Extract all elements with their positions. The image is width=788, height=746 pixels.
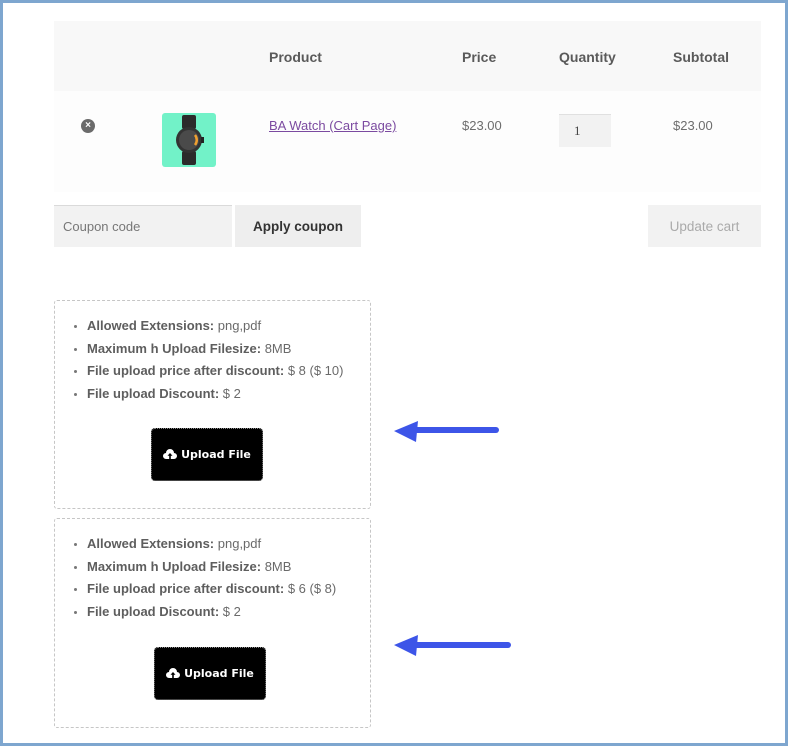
apply-coupon-button[interactable]: Apply coupon bbox=[235, 205, 361, 247]
upload-box-2: Allowed Extensions: png,pdf Maximum h Up… bbox=[54, 518, 371, 728]
upload-info-list: Allowed Extensions: png,pdf Maximum h Up… bbox=[55, 315, 370, 405]
cart-table-header: Product Price Quantity Subtotal bbox=[54, 21, 761, 91]
cloud-upload-icon bbox=[163, 449, 178, 459]
upload-info-item: File upload Discount: $ 2 bbox=[87, 601, 370, 624]
quantity-input[interactable] bbox=[559, 114, 611, 147]
upload-info-item: Allowed Extensions: png,pdf bbox=[87, 315, 370, 338]
cloud-upload-icon bbox=[166, 668, 181, 678]
update-cart-button[interactable]: Update cart bbox=[648, 205, 761, 247]
annotation-arrow-left-icon bbox=[394, 635, 511, 656]
upload-file-label: Upload File bbox=[184, 667, 254, 680]
column-price: Price bbox=[462, 49, 497, 65]
column-product: Product bbox=[269, 49, 322, 65]
cart-table: Product Price Quantity Subtotal × BA Wat… bbox=[54, 21, 761, 192]
upload-info-item: Maximum h Upload Filesize: 8MB bbox=[87, 556, 370, 579]
upload-file-button[interactable]: Upload File bbox=[154, 647, 266, 700]
upload-info-item: File upload price after discount: $ 8 ($… bbox=[87, 360, 370, 383]
upload-info-item: Maximum h Upload Filesize: 8MB bbox=[87, 338, 370, 361]
column-subtotal: Subtotal bbox=[673, 49, 729, 65]
column-quantity: Quantity bbox=[559, 49, 616, 65]
cart-item-row: × BA Watch (Cart Page) $23.00 $23.00 bbox=[54, 91, 761, 192]
annotation-arrow-left-icon bbox=[394, 421, 499, 442]
remove-item-icon[interactable]: × bbox=[81, 119, 95, 133]
upload-info-item: File upload Discount: $ 2 bbox=[87, 383, 370, 406]
upload-info-item: Allowed Extensions: png,pdf bbox=[87, 533, 370, 556]
watch-image bbox=[176, 115, 204, 165]
upload-info-list: Allowed Extensions: png,pdf Maximum h Up… bbox=[55, 533, 370, 623]
item-subtotal: $23.00 bbox=[673, 118, 713, 133]
upload-file-label: Upload File bbox=[181, 448, 251, 461]
product-thumbnail[interactable] bbox=[162, 113, 216, 167]
item-price: $23.00 bbox=[462, 118, 502, 133]
upload-info-item: File upload price after discount: $ 6 ($… bbox=[87, 578, 370, 601]
coupon-code-input[interactable] bbox=[54, 205, 232, 247]
upload-box-1: Allowed Extensions: png,pdf Maximum h Up… bbox=[54, 300, 371, 509]
cart-actions: Apply coupon Update cart bbox=[54, 205, 761, 247]
product-link[interactable]: BA Watch (Cart Page) bbox=[269, 118, 396, 133]
upload-file-button[interactable]: Upload File bbox=[151, 428, 263, 481]
